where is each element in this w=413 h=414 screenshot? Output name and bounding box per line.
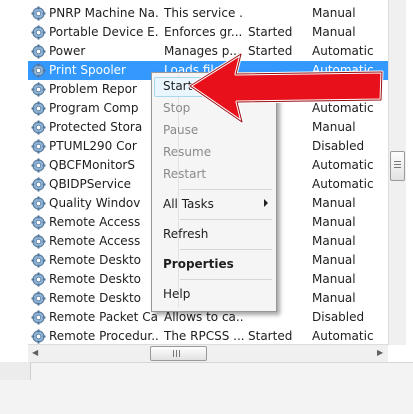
menu-item-pause-label: Pause	[163, 123, 199, 137]
menu-separator	[180, 219, 272, 220]
gear-icon	[31, 101, 46, 116]
service-status: Started	[248, 25, 293, 39]
service-name: Program Comp	[49, 101, 139, 115]
menu-item-stop-label: Stop	[163, 101, 191, 115]
gear-icon	[31, 329, 46, 344]
gear-icon	[31, 25, 46, 40]
service-name: Power	[49, 44, 86, 58]
menu-item-start[interactable]: Start	[152, 75, 276, 97]
status-bar	[0, 362, 413, 414]
horizontal-scroll-thumb[interactable]	[150, 346, 207, 361]
gear-icon	[31, 253, 46, 268]
table-row[interactable]: PNRP Machine Na... This service ... Manual	[28, 4, 388, 23]
service-startup-type: Manual	[312, 82, 356, 96]
service-startup-type: Automatic	[312, 63, 374, 77]
service-startup-type: Manual	[312, 6, 356, 20]
service-name: Remote Procedur...	[49, 329, 159, 343]
menu-item-refresh-label: Refresh	[163, 227, 209, 241]
gear-icon	[31, 272, 46, 287]
services-window: PNRP Machine Na... This service ... Manual…	[0, 0, 413, 414]
service-startup-type: Automatic	[312, 177, 374, 191]
menu-separator	[180, 249, 272, 250]
service-startup-type: Manual	[312, 291, 356, 305]
service-startup-type: Disabled	[312, 310, 365, 324]
service-startup-type: Disabled	[312, 139, 365, 153]
gear-icon	[31, 310, 46, 325]
service-name: Print Spooler	[49, 63, 126, 77]
gear-icon	[31, 291, 46, 306]
service-startup-type: Automatic	[312, 158, 374, 172]
table-row[interactable]: Portable Device E... Enforces gr... Starte…	[28, 23, 388, 42]
menu-item-resume[interactable]: Resume	[152, 141, 276, 163]
service-name: PTUML290 Cor	[49, 139, 137, 153]
submenu-arrow-icon	[264, 199, 268, 207]
service-description: Allows to ca...	[164, 310, 244, 324]
scroll-left-icon[interactable]: ◀	[32, 348, 38, 357]
menu-separator	[180, 189, 272, 190]
service-startup-type: Manual	[312, 120, 356, 134]
service-startup-type: Manual	[312, 272, 356, 286]
vertical-scroll-thumb[interactable]	[390, 151, 405, 181]
service-name: Remote Deskto	[49, 291, 141, 305]
service-name: Remote Packet Ca...	[49, 310, 159, 324]
service-name: Remote Deskto	[49, 272, 141, 286]
gear-icon	[31, 44, 46, 59]
service-startup-type: Manual	[312, 25, 356, 39]
service-status: Started	[248, 44, 293, 58]
gear-icon	[31, 158, 46, 173]
menu-item-help[interactable]: Help	[152, 283, 276, 305]
gear-icon	[31, 196, 46, 211]
menu-item-refresh[interactable]: Refresh	[152, 223, 276, 245]
gear-icon	[31, 6, 46, 21]
service-startup-type: Manual	[312, 234, 356, 248]
service-name: Problem Repor	[49, 82, 137, 96]
context-menu: Start Stop Pause Resume Restart All Task…	[151, 72, 277, 312]
menu-item-properties-label: Properties	[163, 257, 234, 271]
table-row[interactable]: Power Manages p... Started Automatic	[28, 42, 388, 61]
menu-item-start-label: Start	[163, 79, 193, 93]
service-name: Portable Device E...	[49, 25, 159, 39]
horizontal-scrollbar[interactable]	[28, 344, 388, 362]
service-name: Remote Access	[49, 234, 141, 248]
service-description: This service ...	[164, 6, 244, 20]
gear-icon	[31, 139, 46, 154]
gear-icon	[31, 120, 46, 135]
service-startup-type: Manual	[312, 215, 356, 229]
menu-item-restart-label: Restart	[163, 167, 207, 181]
service-startup-type: Manual	[312, 253, 356, 267]
menu-item-all-tasks-label: All Tasks	[163, 197, 214, 211]
service-description: The RPCSS ...	[164, 329, 244, 343]
service-name: QBIDPService	[49, 177, 132, 191]
service-startup-type: Automatic	[312, 329, 374, 343]
menu-item-restart[interactable]: Restart	[152, 163, 276, 185]
menu-separator	[180, 279, 272, 280]
menu-item-all-tasks[interactable]: All Tasks	[152, 193, 276, 215]
service-name: PNRP Machine Na...	[49, 6, 159, 20]
gear-icon	[31, 234, 46, 249]
service-name: Protected Stora	[49, 120, 143, 134]
gear-icon	[31, 63, 46, 78]
menu-item-properties[interactable]: Properties	[152, 253, 276, 275]
service-name: Quality Windov	[49, 196, 141, 210]
service-description: Manages p...	[164, 44, 241, 58]
gear-icon	[31, 82, 46, 97]
status-bar-tab[interactable]	[0, 362, 31, 380]
service-name: Remote Deskto	[49, 253, 141, 267]
menu-item-stop[interactable]: Stop	[152, 97, 276, 119]
service-description: Enforces gr...	[164, 25, 243, 39]
gear-icon	[31, 215, 46, 230]
menu-item-pause[interactable]: Pause	[152, 119, 276, 141]
service-status: Started	[248, 329, 293, 343]
menu-item-help-label: Help	[163, 287, 191, 301]
service-startup-type: Automatic	[312, 44, 374, 58]
gear-icon	[31, 177, 46, 192]
service-name: QBCFMonitorS	[49, 158, 135, 172]
scroll-right-icon[interactable]: ▶	[377, 348, 383, 357]
service-startup-type: Manual	[312, 196, 356, 210]
menu-item-resume-label: Resume	[163, 145, 212, 159]
service-name: Remote Access	[49, 215, 141, 229]
service-startup-type: Automatic	[312, 101, 374, 115]
